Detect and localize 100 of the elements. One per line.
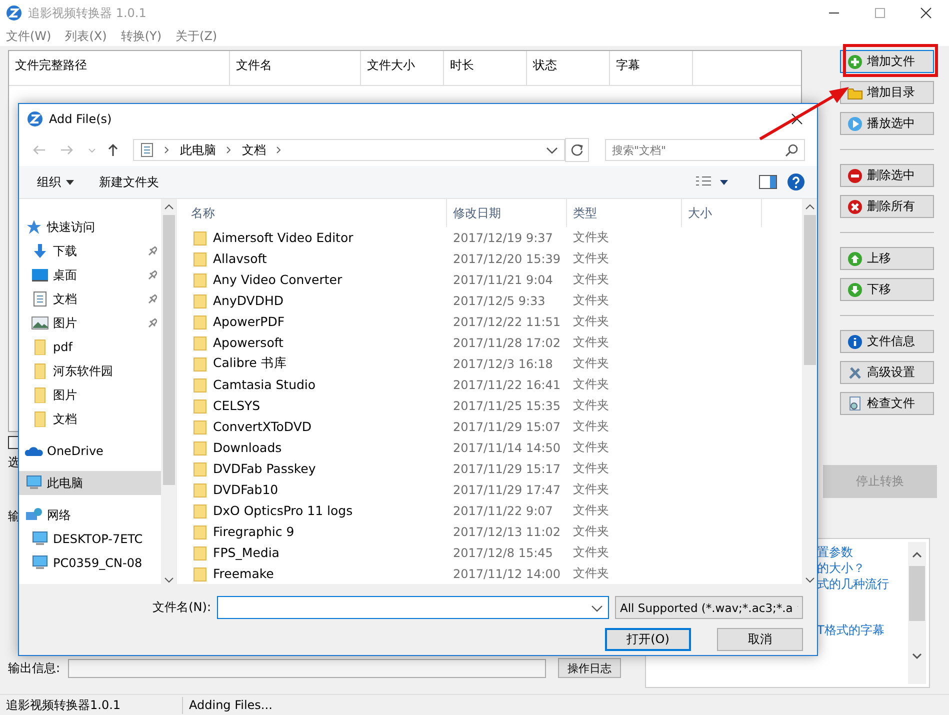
scroll-down-icon[interactable] bbox=[164, 576, 174, 584]
nav-item[interactable]: 文档 bbox=[19, 407, 161, 431]
scroll-up-icon[interactable] bbox=[164, 203, 174, 211]
file-row[interactable]: ConvertXToDVD 2017/11/29 15:07 文件夹 bbox=[185, 416, 802, 437]
pin-icon[interactable] bbox=[147, 246, 157, 256]
menu-item[interactable]: 文件(W) bbox=[6, 28, 52, 44]
file-row[interactable]: Apowersoft 2017/11/28 17:02 文件夹 bbox=[185, 332, 802, 353]
nav-item[interactable]: pdf bbox=[19, 335, 161, 359]
side-button[interactable]: 检查文件 bbox=[840, 392, 934, 415]
organize-menu[interactable]: 组织 bbox=[37, 174, 61, 190]
dialog-button[interactable]: 取消 bbox=[717, 628, 803, 651]
file-row[interactable]: Any Video Converter 2017/11/21 9:04 文件夹 bbox=[185, 269, 802, 290]
log-button[interactable]: 操作日志 bbox=[558, 658, 621, 678]
help-link[interactable]: T格式的字幕 bbox=[817, 622, 908, 638]
file-type: 文件夹 bbox=[572, 544, 610, 561]
side-button[interactable]: 删除所有 bbox=[840, 195, 934, 218]
side-button[interactable]: 增加文件 bbox=[840, 50, 934, 73]
file-date: 2017/12/19 9:37 bbox=[452, 230, 554, 244]
close-icon[interactable] bbox=[920, 7, 932, 19]
file-row[interactable]: DVDFab10 2017/11/29 17:47 文件夹 bbox=[185, 479, 802, 500]
side-button[interactable]: 下移 bbox=[840, 278, 934, 301]
column-header[interactable]: 时长 bbox=[444, 51, 527, 85]
file-row[interactable]: FPS_Media 2017/12/8 15:45 文件夹 bbox=[185, 542, 802, 563]
scroll-up-icon[interactable] bbox=[911, 550, 923, 560]
column-header[interactable]: 文件完整路径 bbox=[9, 51, 230, 85]
file-date: 2017/11/14 14:50 bbox=[452, 440, 562, 454]
help-link[interactable]: 的大小？ bbox=[817, 560, 908, 576]
file-row[interactable]: Firegraphic 9 2017/12/13 11:02 文件夹 bbox=[185, 521, 802, 542]
file-name-field[interactable] bbox=[217, 596, 609, 619]
file-row[interactable]: CELSYS 2017/11/25 15:35 文件夹 bbox=[185, 395, 802, 416]
scroll-down-icon[interactable] bbox=[911, 651, 923, 661]
caret-icon[interactable] bbox=[719, 178, 729, 186]
file-row[interactable]: AnyDVDHD 2017/12/5 9:33 文件夹 bbox=[185, 290, 802, 311]
column-header[interactable]: 字幕 bbox=[610, 51, 693, 85]
breadcrumb[interactable]: 此电脑 bbox=[180, 142, 216, 158]
file-row[interactable]: Downloads 2017/11/14 14:50 文件夹 bbox=[185, 437, 802, 458]
address-bar[interactable]: 此电脑 文档 bbox=[133, 139, 565, 161]
caret-icon[interactable] bbox=[65, 178, 75, 186]
search-field[interactable]: 搜索"文档" bbox=[605, 139, 805, 161]
nav-item[interactable]: 网络 bbox=[19, 503, 161, 527]
column-header[interactable]: 修改日期 bbox=[447, 199, 567, 227]
refresh-button[interactable] bbox=[565, 138, 589, 162]
help-icon[interactable] bbox=[787, 173, 805, 191]
nav-item[interactable]: 图片 bbox=[19, 311, 161, 335]
breadcrumb[interactable]: 文档 bbox=[242, 142, 266, 158]
file-row[interactable]: Allavsoft 2017/12/20 15:39 文件夹 bbox=[185, 248, 802, 269]
pin-icon[interactable] bbox=[147, 318, 157, 328]
nav-item[interactable]: 文档 bbox=[19, 287, 161, 311]
nav-item[interactable]: 桌面 bbox=[19, 263, 161, 287]
scrollbar[interactable] bbox=[908, 542, 926, 684]
file-type: 文件夹 bbox=[572, 523, 610, 540]
side-button[interactable]: 删除选中 bbox=[840, 164, 934, 187]
scrollbar[interactable] bbox=[802, 199, 817, 584]
help-link[interactable]: 置参数 bbox=[817, 544, 908, 560]
close-icon[interactable] bbox=[791, 113, 803, 125]
file-date: 2017/11/25 15:35 bbox=[452, 398, 562, 412]
help-link[interactable]: 式的几种流行 bbox=[817, 576, 908, 592]
nav-item[interactable]: 下载 bbox=[19, 239, 161, 263]
column-header[interactable]: 状态 bbox=[527, 51, 610, 85]
column-header[interactable]: 类型 bbox=[567, 199, 682, 227]
file-date: 2017/12/13 11:02 bbox=[452, 524, 562, 538]
nav-item[interactable]: DESKTOP-7ETC bbox=[19, 527, 161, 551]
file-row[interactable]: DxO OpticsPro 11 logs 2017/11/22 9:07 文件夹 bbox=[185, 500, 802, 521]
menu-item[interactable]: 列表(X) bbox=[65, 28, 107, 44]
side-button[interactable]: 文件信息 bbox=[840, 330, 934, 353]
file-row[interactable]: Calibre 书库 2017/12/3 16:18 文件夹 bbox=[185, 353, 802, 374]
scrollbar[interactable] bbox=[161, 199, 176, 584]
side-button[interactable]: 上移 bbox=[840, 247, 934, 270]
column-header[interactable]: 文件大小 bbox=[361, 51, 444, 85]
scroll-down-icon[interactable] bbox=[804, 576, 814, 584]
file-row[interactable]: DVDFab Passkey 2017/11/29 15:17 文件夹 bbox=[185, 458, 802, 479]
file-date: 2017/12/22 11:51 bbox=[452, 314, 562, 328]
nav-item[interactable]: 快速访问 bbox=[19, 215, 161, 239]
scroll-up-icon[interactable] bbox=[804, 203, 814, 211]
file-row[interactable]: Freemake 2017/11/12 14:00 文件夹 bbox=[185, 563, 802, 584]
file-type: 文件夹 bbox=[572, 397, 610, 414]
nav-item[interactable]: 此电脑 bbox=[19, 471, 161, 495]
file-row[interactable]: Aimersoft Video Editor 2017/12/19 9:37 文件夹 bbox=[185, 227, 802, 248]
file-row[interactable]: Camtasia Studio 2017/11/22 16:41 文件夹 bbox=[185, 374, 802, 395]
column-header[interactable]: 文件名 bbox=[230, 51, 361, 85]
file-row[interactable]: ApowerPDF 2017/12/22 11:51 文件夹 bbox=[185, 311, 802, 332]
menu-item[interactable]: 转换(Y) bbox=[120, 28, 162, 44]
side-button[interactable]: 高级设置 bbox=[840, 361, 934, 384]
output-field[interactable] bbox=[68, 658, 546, 678]
pin-icon[interactable] bbox=[147, 294, 157, 304]
computer-icon bbox=[31, 555, 49, 571]
column-header[interactable]: 大小 bbox=[682, 199, 762, 227]
column-header[interactable]: 名称 bbox=[185, 199, 447, 227]
file-type-dropdown[interactable]: All Supported (*.wav;*.ac3;*.a bbox=[615, 596, 803, 619]
new-folder-button[interactable]: 新建文件夹 bbox=[99, 174, 159, 190]
pin-icon[interactable] bbox=[147, 270, 157, 280]
nav-item[interactable]: 河东软件园 bbox=[19, 359, 161, 383]
nav-item[interactable]: PC0359_CN-08 bbox=[19, 551, 161, 575]
dialog-button[interactable]: 打开(O) bbox=[605, 628, 691, 651]
preview-pane-icon[interactable] bbox=[759, 175, 777, 189]
menu-item[interactable]: 关于(Z) bbox=[176, 28, 218, 44]
nav-item[interactable]: 图片 bbox=[19, 383, 161, 407]
side-button[interactable]: 增加目录 bbox=[840, 81, 934, 104]
nav-item[interactable]: OneDrive bbox=[19, 439, 161, 463]
side-button[interactable]: 播放选中 bbox=[840, 112, 934, 135]
